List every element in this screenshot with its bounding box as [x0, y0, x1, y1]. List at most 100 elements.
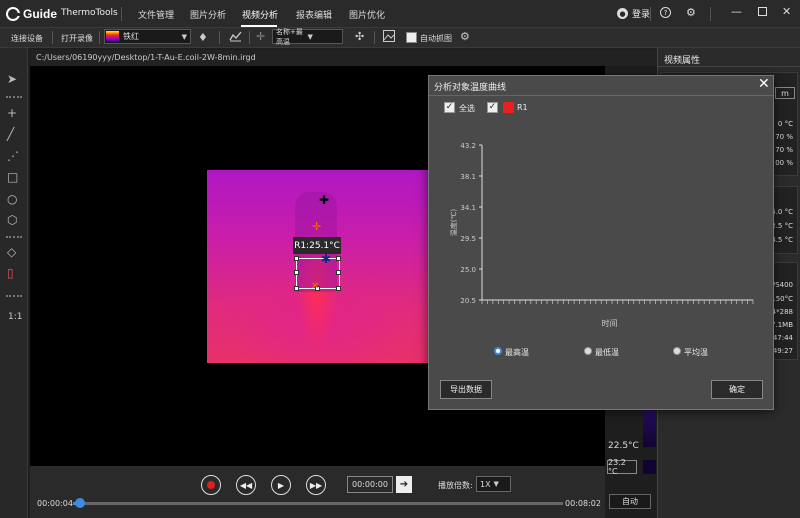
- open-video-button[interactable]: 打开录像: [61, 33, 93, 44]
- palette-select[interactable]: 铁红 ▼: [104, 29, 191, 44]
- rewind-button[interactable]: ◀◀: [236, 475, 256, 495]
- menu-report-edit[interactable]: 报表编辑: [296, 8, 332, 21]
- ellipse-tool[interactable]: ○: [7, 192, 17, 206]
- select-all-label: 全选: [459, 104, 475, 113]
- droplet-icon: ♦: [198, 31, 208, 44]
- minimize-button[interactable]: —: [731, 5, 742, 18]
- roi-handle[interactable]: [336, 270, 341, 275]
- auto-scale-button[interactable]: 自动: [609, 494, 651, 509]
- y-tick-label: 25.0: [460, 266, 476, 274]
- menu-file-management[interactable]: 文件管理: [138, 8, 174, 21]
- minimize-icon: —: [731, 5, 742, 18]
- point-display-label: 名称+最高温: [276, 27, 303, 46]
- property-value: 00 %: [775, 159, 793, 167]
- property-value: 0 °C: [777, 120, 793, 128]
- record-button[interactable]: [201, 475, 221, 495]
- connect-device-button[interactable]: 连接设备: [11, 33, 43, 44]
- line-tool[interactable]: ╱: [7, 127, 14, 141]
- current-time: 00:00:04: [37, 499, 73, 508]
- speed-select[interactable]: 1X ▼: [476, 476, 511, 492]
- x-axis-label: 时间: [602, 318, 618, 328]
- fast-forward-button[interactable]: ▶▶: [306, 475, 326, 495]
- radio-min-temp[interactable]: [584, 347, 592, 355]
- radio-avg-temp-label: 平均温: [684, 348, 708, 357]
- help-button[interactable]: ?: [660, 7, 671, 18]
- roi-handle[interactable]: [294, 286, 299, 291]
- file-path: C:/Users/06190yyy/Desktop/1-T-Au-E.coil-…: [30, 50, 657, 66]
- temperature-chart[interactable]: 43.2 38.1 34.1 29.5 25.0 20.5 温度(℃) 时间: [438, 135, 763, 335]
- roi-handle[interactable]: [336, 256, 341, 261]
- max-temp-marker-icon: ✚: [319, 193, 330, 207]
- auto-capture-label: 自动抓图: [420, 34, 452, 43]
- timeline-handle[interactable]: [74, 498, 85, 508]
- eraser-icon: ◇: [7, 245, 17, 259]
- ok-button[interactable]: 确定: [711, 380, 763, 399]
- palette-adjust-button[interactable]: ♦: [198, 31, 208, 44]
- hexagon-icon: ⬡: [7, 213, 18, 227]
- distance-unit-field[interactable]: m: [775, 87, 795, 99]
- snapshot-button[interactable]: [383, 30, 395, 45]
- rectangle-tool[interactable]: □: [7, 170, 18, 184]
- speed-label: 播放倍数:: [438, 481, 473, 490]
- menu-image-analysis[interactable]: 图片分析: [190, 8, 226, 21]
- chevron-down-icon: ▼: [181, 32, 187, 41]
- goto-time-input[interactable]: 00:00:00: [347, 476, 393, 493]
- polygon-tool[interactable]: ⬡: [7, 213, 17, 227]
- settings-button[interactable]: ⚙: [686, 6, 696, 19]
- close-window-button[interactable]: ✕: [782, 5, 791, 18]
- radio-max-temp[interactable]: [494, 347, 502, 355]
- roi-handle[interactable]: [336, 286, 341, 291]
- capture-settings-button[interactable]: ⚙: [460, 30, 470, 43]
- goto-time-button[interactable]: ➔: [396, 476, 412, 493]
- point-tool[interactable]: +: [7, 106, 17, 120]
- palette-label: 铁红: [123, 32, 139, 41]
- export-data-button[interactable]: 导出数据: [440, 380, 492, 399]
- menu-video-analysis[interactable]: 视频分析: [242, 8, 278, 21]
- property-value: 4*288: [771, 308, 793, 316]
- plus-icon: +: [7, 106, 18, 120]
- auto-capture-checkbox[interactable]: [406, 32, 417, 43]
- radio-min-temp-label: 最低温: [595, 348, 619, 357]
- play-icon: ▶: [277, 480, 285, 490]
- toolbar-divider: [374, 31, 375, 44]
- user-icon: ●: [617, 8, 628, 19]
- menu-image-optimize[interactable]: 图片优化: [349, 8, 385, 21]
- dialog-title: 分析对象温度曲线: [434, 83, 507, 93]
- title-divider: [121, 7, 122, 21]
- crosshair-tool-button[interactable]: ✛: [256, 30, 265, 43]
- dialog-close-button[interactable]: ✕: [758, 76, 770, 92]
- polyline-tool[interactable]: ⋰: [7, 149, 19, 163]
- series-r1-checkbox[interactable]: ✓: [487, 102, 498, 113]
- arrow-right-icon: ➔: [399, 479, 409, 490]
- roi-min-point-icon: ✕: [311, 281, 320, 292]
- close-icon: ✕: [782, 5, 792, 18]
- trash-icon: ▯: [7, 266, 14, 280]
- title-divider-2: [650, 7, 651, 21]
- point-display-select[interactable]: 名称+最高温 ▼: [272, 27, 343, 46]
- tool-divider: [6, 236, 22, 238]
- select-all-checkbox[interactable]: ✓: [444, 102, 455, 113]
- roi-handle[interactable]: [294, 256, 299, 261]
- temperature-curve-button[interactable]: [229, 30, 242, 45]
- total-time: 00:08:02: [565, 499, 601, 508]
- select-tool[interactable]: ➤: [7, 72, 17, 86]
- property-value: 150°C: [771, 295, 793, 303]
- speed-value: 1X: [480, 479, 491, 489]
- guide-logo-icon: [6, 7, 20, 21]
- y-tick-label: 20.5: [460, 297, 476, 305]
- y-axis-label: 温度(℃): [449, 209, 458, 237]
- actual-size-button[interactable]: 1:1: [8, 312, 22, 322]
- scale-min-input[interactable]: 23.2 °C: [607, 458, 637, 476]
- radio-avg-temp[interactable]: [673, 347, 681, 355]
- roi-handle[interactable]: [294, 270, 299, 275]
- login-button[interactable]: ● 登录: [617, 7, 650, 20]
- image-icon: [383, 30, 395, 42]
- play-button[interactable]: ▶: [271, 475, 291, 495]
- timeline-track[interactable]: [73, 502, 563, 505]
- add-point-settings-button[interactable]: ✣: [355, 30, 364, 43]
- tool-divider: [6, 96, 22, 98]
- delete-tool[interactable]: ▯: [7, 266, 14, 280]
- y-tick-label: 34.1: [460, 204, 476, 212]
- eraser-tool[interactable]: ◇: [7, 245, 16, 259]
- maximize-button[interactable]: [758, 7, 767, 16]
